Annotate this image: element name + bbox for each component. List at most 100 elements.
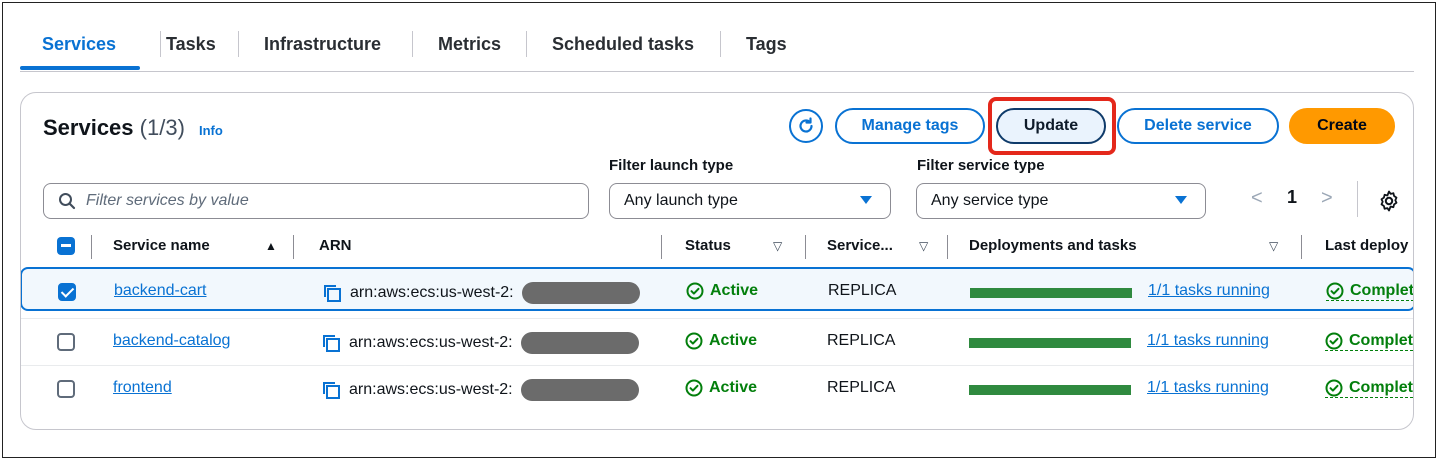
copy-icon[interactable]: [321, 380, 341, 400]
tab-tags[interactable]: Tags: [746, 32, 787, 62]
tasks-running-link[interactable]: 1/1 tasks running: [1147, 332, 1269, 349]
column-last-deploy[interactable]: Last deploy: [1325, 237, 1408, 254]
search-icon: [59, 193, 76, 210]
info-link[interactable]: Info: [199, 123, 223, 138]
active-tab-indicator: [20, 66, 140, 70]
sort-icon[interactable]: ▽: [919, 239, 928, 253]
column-divider: [661, 235, 662, 259]
column-divider: [805, 235, 806, 259]
table-row[interactable]: backend-cart arn:aws:ecs:us-west-2: Acti…: [21, 267, 1414, 311]
launch-type-label: Filter launch type: [609, 157, 734, 174]
sort-icon[interactable]: ▽: [1269, 239, 1278, 253]
status-text: Active: [709, 379, 758, 396]
last-deploy-status[interactable]: Complet: [1325, 379, 1413, 398]
tab-infrastructure[interactable]: Infrastructure: [264, 32, 381, 62]
service-name-link[interactable]: backend-cart: [114, 282, 207, 299]
selection-count: (1/3): [139, 115, 185, 140]
arn-text: arn:aws:ecs:us-west-2:: [350, 284, 514, 301]
table-row[interactable]: backend-catalog arn:aws:ecs:us-west-2: A…: [21, 318, 1413, 364]
column-service-type[interactable]: Service...: [827, 237, 893, 254]
arn-text: arn:aws:ecs:us-west-2:: [349, 334, 513, 351]
check-circle-icon: [686, 282, 704, 300]
service-type-label: Filter service type: [917, 157, 1045, 174]
search-placeholder: Filter services by value: [86, 192, 249, 209]
redacted-arn: [521, 282, 640, 304]
tasks-progress-bar: [969, 338, 1131, 348]
copy-icon[interactable]: [322, 283, 342, 303]
row-checkbox[interactable]: [58, 283, 76, 301]
update-highlight-annotation: [988, 97, 1116, 155]
manage-tags-button[interactable]: Manage tags: [835, 108, 985, 144]
service-type-cell: REPLICA: [827, 379, 896, 396]
tab-divider: [238, 31, 239, 57]
service-type-select[interactable]: Any service type: [916, 183, 1206, 219]
row-checkbox[interactable]: [57, 333, 75, 351]
last-deploy-status[interactable]: Complet: [1326, 282, 1414, 301]
tab-services[interactable]: Services: [42, 32, 116, 62]
caret-down-icon: [1175, 196, 1187, 204]
service-type-value: Any service type: [931, 192, 1049, 209]
column-divider: [293, 235, 294, 259]
services-panel: Services (1/3) Info Manage tags Update D…: [20, 92, 1414, 430]
service-name-link[interactable]: frontend: [113, 379, 172, 396]
last-deploy-status[interactable]: Complet: [1325, 332, 1413, 351]
tasks-progress-bar: [969, 385, 1131, 395]
last-deploy-text: Complet: [1349, 379, 1413, 396]
column-divider: [91, 235, 92, 259]
column-divider: [947, 235, 948, 259]
status-text: Active: [710, 282, 759, 299]
pagination-prev[interactable]: <: [1251, 187, 1263, 210]
panel-title: Services (1/3): [43, 115, 185, 141]
panel-title-text: Services: [43, 115, 134, 140]
status-badge: Active: [685, 332, 757, 350]
tab-divider: [720, 31, 721, 57]
check-circle-icon: [685, 332, 703, 350]
status-badge: Active: [686, 282, 758, 300]
status-text: Active: [709, 332, 758, 349]
refresh-button[interactable]: [789, 109, 823, 143]
arn-cell: arn:aws:ecs:us-west-2:: [321, 332, 639, 354]
launch-type-value: Any launch type: [624, 192, 738, 209]
tab-metrics[interactable]: Metrics: [438, 32, 501, 62]
tab-tasks[interactable]: Tasks: [166, 32, 216, 62]
sort-ascending-icon[interactable]: ▲: [265, 239, 277, 253]
service-type-cell: REPLICA: [827, 332, 896, 349]
row-checkbox[interactable]: [57, 380, 75, 398]
table-row[interactable]: frontend arn:aws:ecs:us-west-2: Active R…: [21, 365, 1413, 411]
check-circle-icon: [1325, 379, 1343, 397]
check-circle-icon: [685, 379, 703, 397]
tasks-progress-bar: [970, 288, 1132, 298]
refresh-icon: [799, 117, 813, 133]
column-divider: [1301, 235, 1302, 259]
copy-icon[interactable]: [321, 333, 341, 353]
launch-type-select[interactable]: Any launch type: [609, 183, 891, 219]
check-circle-icon: [1325, 332, 1343, 350]
last-deploy-text: Complet: [1349, 332, 1413, 349]
pagination-page[interactable]: 1: [1287, 187, 1297, 208]
tab-scheduled-tasks[interactable]: Scheduled tasks: [552, 32, 694, 62]
create-button[interactable]: Create: [1289, 108, 1395, 144]
tab-divider: [412, 31, 413, 57]
service-name-link[interactable]: backend-catalog: [113, 332, 230, 349]
tasks-running-link[interactable]: 1/1 tasks running: [1147, 379, 1269, 396]
redacted-arn: [520, 332, 639, 354]
column-arn[interactable]: ARN: [319, 237, 352, 254]
redacted-arn: [520, 379, 639, 401]
last-deploy-text: Complet: [1350, 282, 1414, 299]
check-circle-icon: [1326, 282, 1344, 300]
pagination-next[interactable]: >: [1321, 187, 1333, 210]
select-all-checkbox[interactable]: [57, 237, 75, 255]
gear-icon[interactable]: [1377, 189, 1401, 213]
column-service-name[interactable]: Service name: [113, 237, 210, 254]
column-status[interactable]: Status: [685, 237, 731, 254]
delete-service-button[interactable]: Delete service: [1117, 108, 1279, 144]
tab-divider: [160, 31, 161, 57]
search-input[interactable]: Filter services by value: [43, 183, 589, 219]
tasks-running-link[interactable]: 1/1 tasks running: [1148, 282, 1270, 299]
table-header: Service name ▲ ARN Status ▽ Service... ▽…: [21, 229, 1413, 265]
arn-cell: arn:aws:ecs:us-west-2:: [321, 379, 639, 401]
arn-text: arn:aws:ecs:us-west-2:: [349, 381, 513, 398]
status-badge: Active: [685, 379, 757, 397]
column-deployments[interactable]: Deployments and tasks: [969, 237, 1137, 254]
sort-icon[interactable]: ▽: [773, 239, 782, 253]
